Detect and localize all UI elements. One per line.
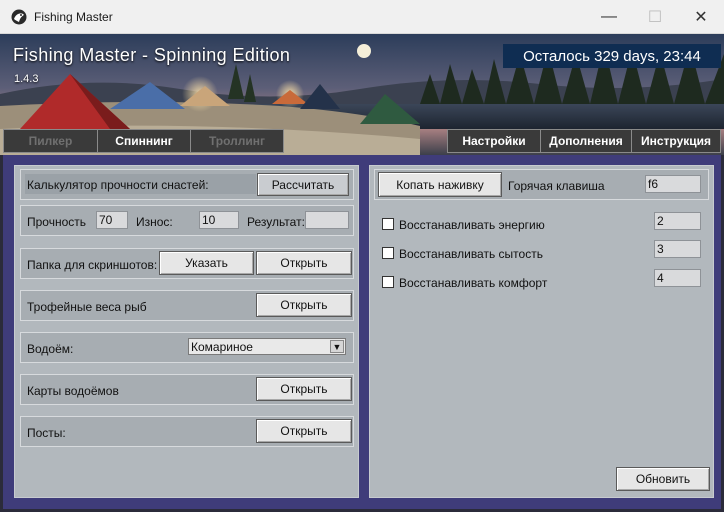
restore-comfort-label: Восстанавливать комфорт	[399, 276, 548, 290]
wear-label: Износ:	[136, 215, 173, 229]
posts-label: Посты:	[27, 426, 66, 440]
open-posts-button[interactable]: Открыть	[256, 419, 352, 443]
water-label: Водоём:	[27, 342, 74, 356]
screenshots-label: Папка для скриншотов:	[27, 258, 158, 272]
open-trophy-weights-button[interactable]: Открыть	[256, 293, 352, 317]
minimize-button[interactable]: —	[586, 0, 632, 34]
maps-label: Карты водоёмов	[27, 384, 119, 398]
strength-input[interactable]: 70	[96, 211, 128, 229]
dig-bait-button[interactable]: Копать наживку	[378, 172, 502, 197]
restore-energy-key-input[interactable]: 2	[654, 212, 701, 230]
water-select[interactable]: Комариное ▼	[188, 338, 346, 355]
open-maps-button[interactable]: Открыть	[256, 377, 352, 401]
app-logo-icon	[11, 9, 27, 25]
refresh-button[interactable]: Обновить	[616, 467, 710, 491]
water-selected-value: Комариное	[191, 339, 253, 354]
title-bar: Fishing Master — ☐ ✕	[0, 0, 724, 34]
maximize-button[interactable]: ☐	[632, 0, 678, 34]
calculator-label: Калькулятор прочности снастей:	[27, 178, 209, 192]
tab-pilker[interactable]: Пилкер	[3, 129, 98, 153]
app-name: Fishing Master - Spinning Edition	[13, 45, 291, 65]
wear-input[interactable]: 10	[199, 211, 239, 229]
tab-settings[interactable]: Настройки	[447, 129, 541, 153]
restore-energy-checkbox[interactable]	[382, 218, 394, 230]
close-button[interactable]: ✕	[678, 0, 724, 34]
tab-instructions[interactable]: Инструкция	[631, 129, 721, 153]
tab-addons[interactable]: Дополнения	[540, 129, 632, 153]
result-output	[305, 211, 349, 229]
result-label: Результат:	[247, 215, 305, 229]
license-countdown: Осталось 329 days, 23:44	[503, 44, 721, 68]
tab-spinning[interactable]: Спиннинг	[97, 129, 191, 153]
restore-comfort-checkbox[interactable]	[382, 276, 394, 288]
trophy-label: Трофейные веса рыб	[27, 300, 147, 314]
open-screenshots-folder-button[interactable]: Открыть	[256, 251, 352, 275]
restore-comfort-key-input[interactable]: 4	[654, 269, 701, 287]
hotkey-label: Горячая клавиша	[508, 179, 605, 193]
window-title: Fishing Master	[34, 10, 113, 24]
chevron-down-icon[interactable]: ▼	[330, 340, 344, 353]
hotkey-input[interactable]: f6	[645, 175, 701, 193]
restore-satiety-label: Восстанавливать сытость	[399, 247, 543, 261]
tab-trolling[interactable]: Троллинг	[190, 129, 284, 153]
calculate-button[interactable]: Рассчитать	[257, 173, 349, 196]
restore-energy-label: Восстанавливать энергию	[399, 218, 545, 232]
restore-satiety-key-input[interactable]: 3	[654, 240, 701, 258]
restore-satiety-checkbox[interactable]	[382, 247, 394, 259]
set-screenshots-folder-button[interactable]: Указать	[159, 251, 254, 275]
app-version: 1.4.3	[14, 73, 39, 85]
strength-label: Прочность	[27, 215, 87, 229]
